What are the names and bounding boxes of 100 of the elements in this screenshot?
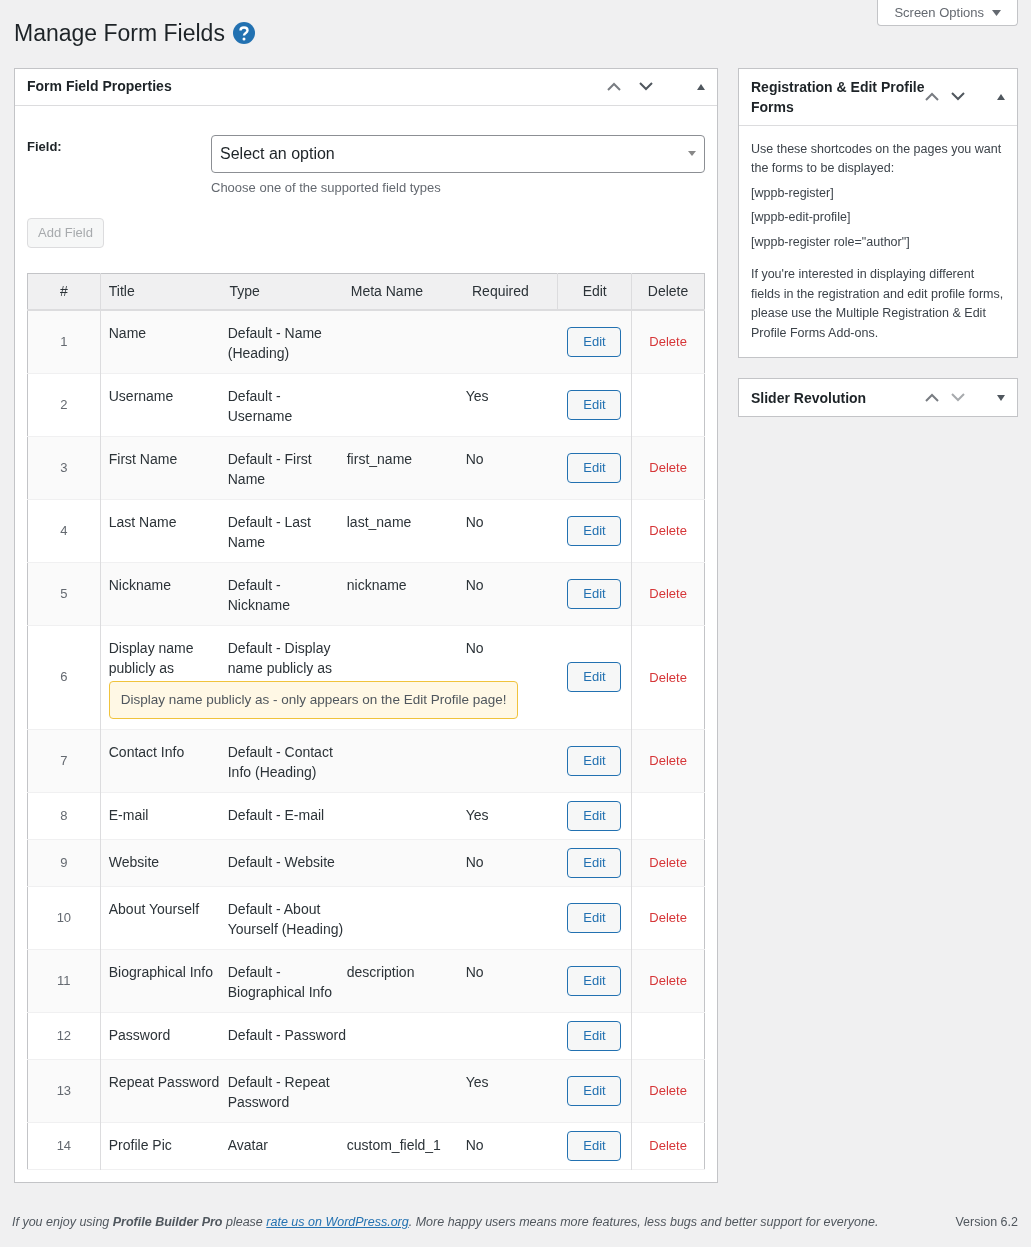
row-number: 12 — [56, 1028, 72, 1043]
add-on-note: If you're interested in displaying different fields in the registration and edit profile forms, please use the Multiple Registration & Edit Profile Forms Add-ons. — [751, 266, 1005, 342]
row-number: 10 — [56, 910, 72, 925]
delete-link[interactable]: Delete — [649, 334, 687, 349]
column-header: Delete — [631, 273, 705, 310]
shortcode-text: [wppb-register] — [751, 184, 835, 202]
table-cell: description — [346, 963, 415, 980]
chevron-down-icon[interactable] — [639, 82, 653, 91]
shortcode-intro: Use these shortcodes on the pages you want the forms to be displayed: — [751, 140, 1003, 177]
edit-button[interactable]: Edit — [567, 965, 622, 996]
shortcode-text: [wppb-register role="author"] — [751, 233, 911, 251]
delete-link[interactable]: Delete — [649, 753, 687, 769]
table-cell: Yes — [465, 806, 489, 823]
table-cell: Default - Last Name — [227, 513, 311, 550]
table-cell: Default - First Name — [227, 450, 312, 487]
table-cell: Username — [108, 387, 174, 404]
chevron-up-icon[interactable] — [925, 393, 939, 402]
edit-button[interactable]: Edit — [567, 847, 622, 878]
edit-button[interactable]: Edit — [567, 578, 622, 609]
table-cell: Yes — [465, 387, 489, 404]
delete-link[interactable]: Delete — [649, 1138, 687, 1154]
delete-link[interactable]: Delete — [649, 855, 687, 871]
table-cell: E-mail — [108, 806, 149, 823]
delete-link[interactable]: Delete — [649, 910, 687, 926]
delete-link[interactable]: Delete — [649, 1083, 687, 1099]
table-cell: Default - Name (Heading) — [227, 324, 322, 361]
column-header: Title — [100, 273, 222, 310]
table-cell: Website — [108, 853, 160, 870]
help-icon[interactable] — [232, 22, 255, 45]
field-label: Field: — [27, 137, 63, 156]
table-cell: Default - Display name publicly as — [227, 639, 332, 676]
rate-link[interactable]: rate us on WordPress.org — [266, 1215, 409, 1230]
row-number: 6 — [60, 669, 68, 685]
table-cell: Default - Repeat Password — [227, 1073, 330, 1110]
table-cell: About Yourself — [108, 900, 200, 917]
edit-button[interactable]: Edit — [567, 326, 622, 357]
row-number: 2 — [60, 396, 68, 412]
delete-link[interactable]: Delete — [649, 669, 687, 685]
table-cell: Avatar — [227, 1136, 268, 1153]
table-cell: Nickname — [108, 576, 171, 593]
table-cell: No — [465, 639, 484, 656]
panel-title: Registration & Edit Profile Forms — [751, 77, 925, 117]
table-cell: last_name — [346, 513, 412, 530]
row-number: 3 — [60, 459, 68, 475]
edit-button[interactable]: Edit — [567, 800, 622, 831]
table-cell: Default - Biographical Info — [227, 963, 333, 1000]
panel-title: Form Field Properties — [27, 77, 172, 96]
chevron-up-icon[interactable] — [607, 82, 621, 91]
edit-button[interactable]: Edit — [567, 662, 622, 693]
column-header: # — [27, 273, 101, 310]
edit-button[interactable]: Edit — [567, 1020, 622, 1051]
table-cell: Display name publicly as — [108, 639, 194, 676]
chevron-down-icon[interactable] — [951, 92, 965, 101]
table-cell: Repeat Password — [108, 1073, 220, 1090]
collapse-icon[interactable] — [697, 83, 705, 90]
table-cell: custom_field_1 — [346, 1136, 441, 1153]
footer-text: If you enjoy using Profile Builder Pro please rate us on WordPress.org. More happy users means more features, less bugs and better support for everyone. — [12, 1214, 879, 1232]
column-header: Edit — [557, 273, 632, 310]
row-number: 13 — [56, 1083, 72, 1098]
table-cell: Default - Username — [227, 387, 293, 424]
collapse-icon[interactable] — [997, 93, 1005, 100]
table-cell: First Name — [108, 450, 178, 467]
edit-button[interactable]: Edit — [567, 745, 622, 776]
table-cell: Name — [108, 324, 147, 341]
panel-title: Slider Revolution — [751, 388, 868, 408]
screen-options-button[interactable]: Screen Options — [877, 0, 1018, 26]
chevron-up-icon[interactable] — [925, 92, 939, 101]
row-number: 8 — [60, 808, 68, 823]
expand-icon[interactable] — [997, 394, 1005, 401]
table-cell: Contact Info — [108, 743, 185, 760]
version-text: Version 6.2 — [955, 1214, 1018, 1232]
edit-button[interactable]: Edit — [567, 389, 622, 420]
table-cell: Default - Contact Info (Heading) — [227, 743, 333, 780]
row-number: 11 — [57, 973, 71, 988]
shortcode-text: [wppb-edit-profile] — [751, 209, 852, 226]
table-cell: No — [465, 1136, 484, 1153]
row-number: 14 — [56, 1138, 72, 1153]
delete-link[interactable]: Delete — [649, 460, 687, 475]
edit-button[interactable]: Edit — [567, 452, 622, 483]
edit-button[interactable]: Edit — [567, 515, 622, 546]
column-header: Type — [221, 273, 343, 310]
field-hint: Choose one of the supported field types — [211, 178, 442, 197]
row-number: 1 — [60, 333, 68, 349]
edit-button[interactable]: Edit — [567, 1130, 622, 1161]
caret-down-icon — [992, 9, 1001, 16]
table-cell: nickname — [346, 576, 407, 593]
delete-link[interactable]: Delete — [649, 523, 687, 538]
table-cell: Yes — [465, 1073, 489, 1090]
table-cell: No — [465, 963, 484, 980]
table-cell: Last Name — [108, 513, 177, 530]
row-number: 4 — [60, 522, 68, 538]
edit-button[interactable]: Edit — [567, 902, 622, 933]
delete-link[interactable]: Delete — [649, 973, 687, 989]
delete-link[interactable]: Delete — [649, 586, 687, 601]
row-number: 7 — [60, 753, 68, 768]
edit-button[interactable]: Edit — [567, 1075, 622, 1106]
table-cell: No — [465, 450, 484, 467]
table-cell: Default - About Yourself (Heading) — [227, 900, 344, 937]
field-type-select[interactable]: Select an option — [211, 134, 705, 173]
column-header: Required — [464, 273, 558, 310]
